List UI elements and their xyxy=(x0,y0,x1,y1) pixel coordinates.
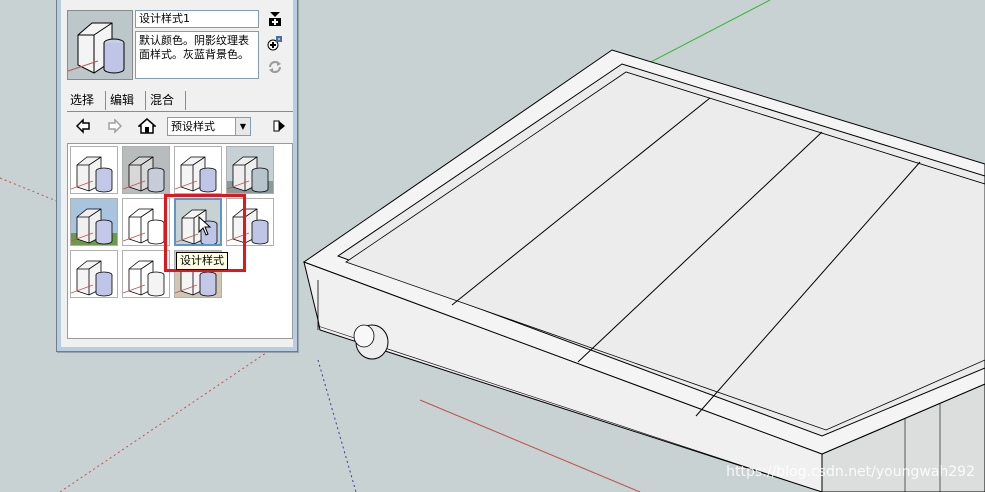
style-swatch-9[interactable] xyxy=(70,250,118,298)
create-style-icon xyxy=(269,12,281,26)
tab-edit[interactable]: 编辑 xyxy=(107,91,146,110)
home-button[interactable] xyxy=(137,115,157,137)
style-swatch-5[interactable] xyxy=(70,198,118,246)
style-swatch-4[interactable] xyxy=(226,146,274,194)
update-style-button[interactable] xyxy=(267,35,283,51)
style-swatch-2[interactable] xyxy=(122,146,170,194)
home-icon xyxy=(138,118,156,134)
style-description-field[interactable]: 默认颜色。阴影纹理表面样式。灰蓝背景色。 xyxy=(135,31,259,79)
style-swatch-3[interactable] xyxy=(174,146,222,194)
create-style-button[interactable] xyxy=(267,11,283,27)
collection-dropdown-value: 预设样式 xyxy=(171,120,215,133)
forward-button[interactable] xyxy=(105,115,125,137)
details-button[interactable] xyxy=(269,115,289,137)
style-name-field[interactable]: 设计样式1 xyxy=(135,10,259,28)
style-swatch-8[interactable] xyxy=(226,198,274,246)
chevron-down-icon: ▼ xyxy=(235,118,250,135)
style-tooltip: 设计样式 xyxy=(176,252,228,270)
mouse-cursor-icon xyxy=(198,216,212,236)
back-button[interactable] xyxy=(73,115,93,137)
current-style-thumbnail xyxy=(67,10,133,80)
collection-dropdown[interactable]: 预设样式 ▼ xyxy=(167,117,251,136)
update-style-icon xyxy=(267,36,282,51)
style-gallery xyxy=(67,143,293,339)
details-icon xyxy=(273,120,285,132)
tab-strip: 选择 编辑 混合 xyxy=(67,91,293,112)
style-swatch-6[interactable] xyxy=(122,198,170,246)
tab-mix[interactable]: 混合 xyxy=(147,91,186,110)
style-nav-row: 预设样式 ▼ xyxy=(67,115,293,137)
watermark: https://blog.csdn.net/youngwah292 xyxy=(726,464,975,480)
refresh-button[interactable] xyxy=(267,59,283,75)
back-arrow-icon xyxy=(75,118,90,134)
styles-panel: 设计样式1 默认颜色。阴影纹理表面样式。灰蓝背景色。 选择 编辑 混合 预设样式… xyxy=(56,0,298,352)
style-swatch-10[interactable] xyxy=(122,250,170,298)
tab-select[interactable]: 选择 xyxy=(67,91,106,110)
forward-arrow-icon xyxy=(108,118,123,134)
style-swatch-1[interactable] xyxy=(70,146,118,194)
refresh-icon xyxy=(269,61,281,73)
